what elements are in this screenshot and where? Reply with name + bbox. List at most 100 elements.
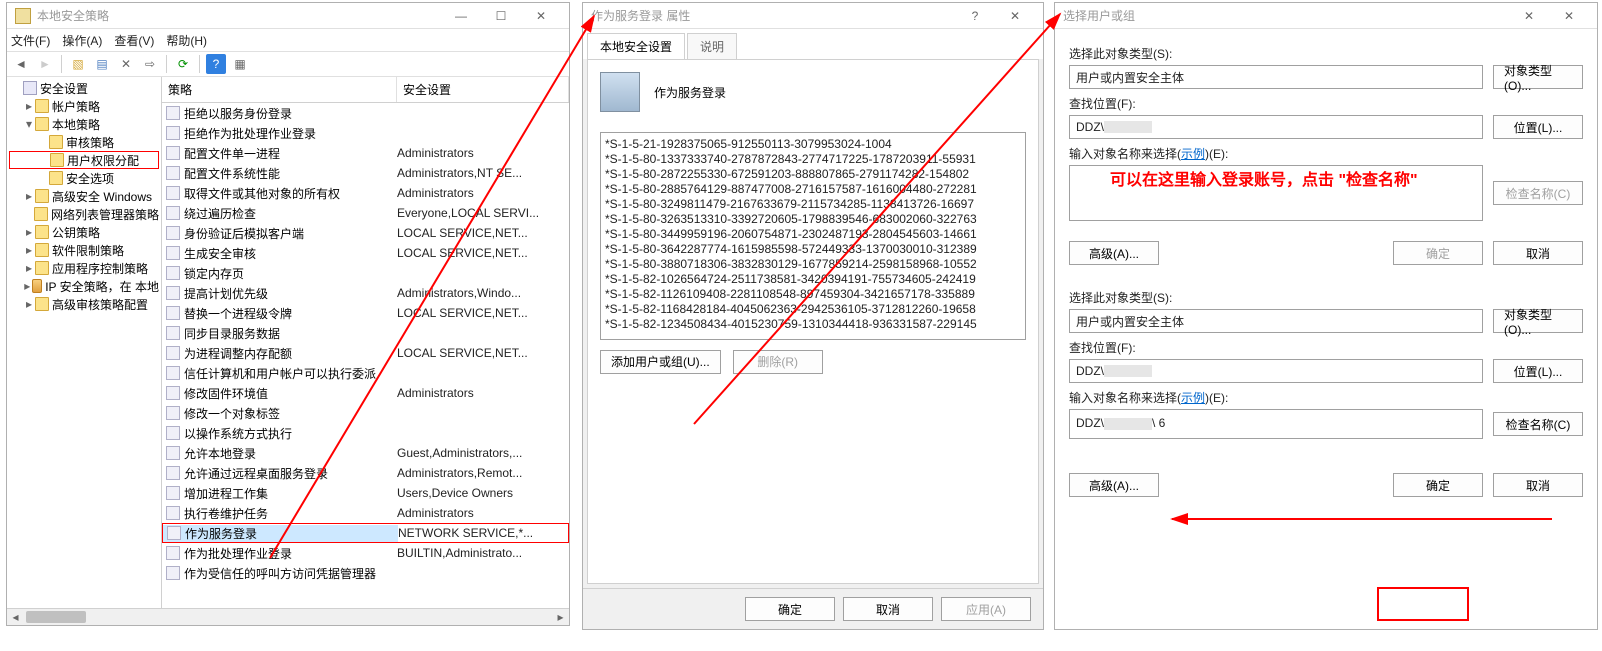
tree-twisty-icon[interactable]: ▸ [23, 261, 35, 275]
nav-tree[interactable]: 安全设置▸帐户策略▾本地策略审核策略用户权限分配安全选项▸高级安全 Window… [7, 77, 162, 608]
policy-row[interactable]: 拒绝作为批处理作业登录 [162, 123, 569, 143]
object-types-button[interactable]: 对象类型(O)... [1493, 65, 1583, 89]
refresh-icon[interactable]: ⟳ [173, 54, 193, 74]
policy-row[interactable]: 取得文件或其他对象的所有权Administrators [162, 183, 569, 203]
advanced-button[interactable]: 高级(A)... [1069, 241, 1159, 265]
tab-description[interactable]: 说明 [687, 33, 737, 59]
object-types-button[interactable]: 对象类型(O)... [1493, 309, 1583, 333]
policy-row[interactable]: 同步目录服务数据 [162, 323, 569, 343]
titlebar[interactable]: 本地安全策略 — ☐ ✕ [7, 3, 569, 29]
policy-setting: Administrators [397, 146, 569, 160]
policy-row[interactable]: 生成安全审核LOCAL SERVICE,NET... [162, 243, 569, 263]
back-icon[interactable]: ◄ [11, 54, 31, 74]
locations-button[interactable]: 位置(L)... [1493, 359, 1583, 383]
minimize-button[interactable]: — [441, 3, 481, 29]
tree-item[interactable]: ▸IP 安全策略，在 本地 [9, 277, 159, 295]
export-icon[interactable]: ⇨ [140, 54, 160, 74]
tree-item[interactable]: ▾本地策略 [9, 115, 159, 133]
policy-icon [166, 166, 180, 180]
policy-row[interactable]: 锁定内存页 [162, 263, 569, 283]
policy-row[interactable]: 绕过遍历检查Everyone,LOCAL SERVI... [162, 203, 569, 223]
examples-link[interactable]: 示例 [1181, 147, 1205, 161]
policy-row[interactable]: 以操作系统方式执行 [162, 423, 569, 443]
tree-item[interactable]: 网络列表管理器策略 [9, 205, 159, 223]
tree-twisty-icon[interactable]: ▾ [23, 117, 35, 131]
add-user-button[interactable]: 添加用户或组(U)... [600, 350, 721, 374]
titlebar[interactable]: 选择用户或组 ✕ ✕ [1055, 3, 1597, 29]
apply-button: 应用(A) [941, 597, 1031, 621]
policy-row[interactable]: 增加进程工作集Users,Device Owners [162, 483, 569, 503]
policy-list[interactable]: 策略 安全设置 拒绝以服务身份登录拒绝作为批处理作业登录配置文件单一进程Admi… [162, 77, 569, 608]
tree-item[interactable]: 用户权限分配 [9, 151, 159, 169]
scroll-left-icon[interactable]: ◂ [7, 609, 24, 625]
help-button[interactable]: ? [955, 3, 995, 29]
forward-icon[interactable]: ► [35, 54, 55, 74]
tree-twisty-icon[interactable]: ▸ [23, 297, 35, 311]
tree-item[interactable]: 审核策略 [9, 133, 159, 151]
policy-row[interactable]: 替换一个进程级令牌LOCAL SERVICE,NET... [162, 303, 569, 323]
folder-icon[interactable]: ▧ [68, 54, 88, 74]
close-button-2[interactable]: ✕ [1549, 3, 1589, 29]
tree-item[interactable]: ▸公钥策略 [9, 223, 159, 241]
menu-help[interactable]: 帮助(H) [166, 32, 207, 49]
close-button[interactable]: ✕ [995, 3, 1035, 29]
policy-name: 锁定内存页 [184, 265, 244, 282]
tree-item[interactable]: ▸应用程序控制策略 [9, 259, 159, 277]
policy-row[interactable]: 作为服务登录NETWORK SERVICE,*... [162, 523, 569, 543]
column-policy[interactable]: 策略 [162, 77, 397, 102]
policy-row[interactable]: 配置文件系统性能Administrators,NT SE... [162, 163, 569, 183]
cancel-button[interactable]: 取消 [1493, 241, 1583, 265]
policy-row[interactable]: 修改一个对象标签 [162, 403, 569, 423]
column-setting[interactable]: 安全设置 [397, 77, 569, 102]
policy-row[interactable]: 配置文件单一进程Administrators [162, 143, 569, 163]
policy-row[interactable]: 信任计算机和用户帐户可以执行委派 [162, 363, 569, 383]
tree-twisty-icon[interactable]: ▸ [23, 225, 35, 239]
cancel-button[interactable]: 取消 [1493, 473, 1583, 497]
close-button[interactable]: ✕ [521, 3, 561, 29]
policy-row[interactable]: 提高计划优先级Administrators,Windo... [162, 283, 569, 303]
tree-item[interactable]: ▸高级审核策略配置 [9, 295, 159, 313]
object-name-input[interactable]: DDZ\\ 6 [1069, 409, 1483, 439]
policy-row[interactable]: 执行卷维护任务Administrators [162, 503, 569, 523]
close-button[interactable]: ✕ [1509, 3, 1549, 29]
tree-twisty-icon[interactable]: ▸ [23, 279, 32, 293]
horizontal-scrollbar[interactable]: ◂ ▸ [7, 608, 569, 625]
menu-file[interactable]: 文件(F) [11, 32, 50, 49]
scroll-thumb[interactable] [26, 611, 86, 623]
tree-item[interactable]: ▸帐户策略 [9, 97, 159, 115]
menu-action[interactable]: 操作(A) [62, 32, 102, 49]
check-names-button[interactable]: 检查名称(C) [1493, 412, 1583, 436]
policy-row[interactable]: 身份验证后模拟客户端LOCAL SERVICE,NET... [162, 223, 569, 243]
policy-row[interactable]: 允许通过远程桌面服务登录Administrators,Remot... [162, 463, 569, 483]
titlebar[interactable]: 作为服务登录 属性 ? ✕ [583, 3, 1043, 29]
tree-item[interactable]: ▸高级安全 Windows [9, 187, 159, 205]
ok-button[interactable]: 确定 [1393, 473, 1483, 497]
policy-row[interactable]: 作为批处理作业登录BUILTIN,Administrato... [162, 543, 569, 563]
policy-row[interactable]: 为进程调整内存配额LOCAL SERVICE,NET... [162, 343, 569, 363]
help-icon[interactable]: ? [206, 54, 226, 74]
policy-row[interactable]: 修改固件环境值Administrators [162, 383, 569, 403]
cancel-button[interactable]: 取消 [843, 597, 933, 621]
tree-item[interactable]: ▸软件限制策略 [9, 241, 159, 259]
delete-icon[interactable]: ✕ [116, 54, 136, 74]
policy-row[interactable]: 作为受信任的呼叫方访问凭据管理器 [162, 563, 569, 583]
tree-twisty-icon[interactable]: ▸ [23, 189, 35, 203]
ok-button[interactable]: 确定 [745, 597, 835, 621]
locations-button[interactable]: 位置(L)... [1493, 115, 1583, 139]
tree-item[interactable]: 安全设置 [9, 79, 159, 97]
tree-twisty-icon[interactable]: ▸ [23, 99, 35, 113]
policy-row[interactable]: 拒绝以服务身份登录 [162, 103, 569, 123]
object-name-input[interactable]: 可以在这里输入登录账号，点击 "检查名称" [1069, 165, 1483, 221]
details-icon[interactable]: ▤ [92, 54, 112, 74]
tree-twisty-icon[interactable]: ▸ [23, 243, 35, 257]
sid-list[interactable]: *S-1-5-21-1928375065-912550113-307995302… [600, 132, 1026, 340]
tree-item[interactable]: 安全选项 [9, 169, 159, 187]
menu-view[interactable]: 查看(V) [114, 32, 154, 49]
tab-local-security[interactable]: 本地安全设置 [587, 33, 685, 59]
properties-icon[interactable]: ▦ [230, 54, 250, 74]
examples-link[interactable]: 示例 [1181, 391, 1205, 405]
advanced-button[interactable]: 高级(A)... [1069, 473, 1159, 497]
policy-row[interactable]: 允许本地登录Guest,Administrators,... [162, 443, 569, 463]
scroll-right-icon[interactable]: ▸ [552, 609, 569, 625]
maximize-button[interactable]: ☐ [481, 3, 521, 29]
